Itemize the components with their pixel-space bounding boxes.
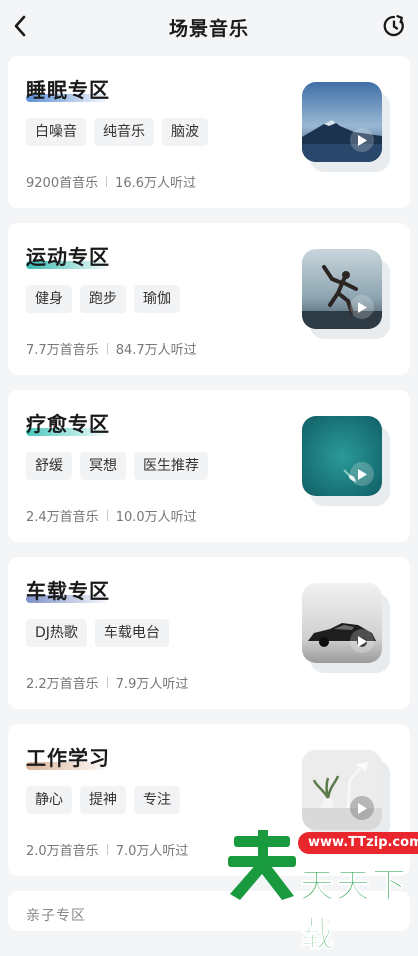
divider xyxy=(106,510,108,521)
tag[interactable]: 车载电台 xyxy=(94,619,169,647)
song-count: 2.4万首音乐 xyxy=(26,510,99,525)
scene-title: 睡眠专区 xyxy=(26,78,110,102)
cover-art[interactable] xyxy=(302,416,390,506)
listener-count: 10.0万人听过 xyxy=(115,510,197,525)
divider xyxy=(106,343,108,354)
tag[interactable]: 瑜伽 xyxy=(134,285,180,313)
scene-stats: 2.0万首音乐 7.0万人听过 xyxy=(26,840,188,859)
tag[interactable]: 冥想 xyxy=(80,452,126,480)
listener-count: 7.9万人听过 xyxy=(115,677,189,692)
runner-silhouette-image xyxy=(302,249,382,329)
site-watermark: www.TTzip.com 天天下载 xyxy=(228,818,418,956)
listener-count: 84.7万人听过 xyxy=(115,343,197,358)
divider xyxy=(106,677,108,688)
scene-list: 睡眠专区 白噪音 纯音乐 脑波 9200首音乐 16.6万人听过 运动专区 健身… xyxy=(8,56,410,946)
play-button[interactable] xyxy=(350,462,374,486)
scene-title: 疗愈专区 xyxy=(26,412,110,436)
play-button[interactable] xyxy=(350,128,374,152)
tag[interactable]: 健身 xyxy=(26,285,72,313)
history-button[interactable] xyxy=(380,12,408,40)
tag[interactable]: 舒缓 xyxy=(26,452,72,480)
tag[interactable]: 跑步 xyxy=(80,285,126,313)
mountain-night-sky-image xyxy=(302,82,382,162)
page-title: 场景音乐 xyxy=(168,18,249,40)
play-icon xyxy=(358,301,367,313)
scene-stats: 7.7万首音乐 84.7万人听过 xyxy=(26,339,197,358)
scene-title: 工作学习 xyxy=(26,746,110,770)
song-count: 2.0万首音乐 xyxy=(26,844,99,859)
tag-list: 白噪音 纯音乐 脑波 xyxy=(26,118,208,146)
tag[interactable]: 脑波 xyxy=(162,118,208,146)
scene-title: 亲子专区 xyxy=(26,908,86,924)
watermark-text: 天天下载 xyxy=(300,866,408,956)
play-icon xyxy=(358,134,367,146)
divider xyxy=(106,176,108,187)
divider xyxy=(106,844,108,855)
tag[interactable]: 提神 xyxy=(80,786,126,814)
play-button[interactable] xyxy=(350,629,374,653)
cover-art[interactable] xyxy=(302,82,390,172)
song-count: 7.7万首音乐 xyxy=(26,343,99,358)
scene-stats: 2.2万首音乐 7.9万人听过 xyxy=(26,673,188,692)
watermark-logo-icon xyxy=(228,830,296,900)
tag-list: 健身 跑步 瑜伽 xyxy=(26,285,180,313)
play-icon xyxy=(358,468,367,480)
scene-title: 运动专区 xyxy=(26,245,110,269)
sports-car-image xyxy=(302,583,382,663)
watermark-url: www.TTzip.com xyxy=(298,832,418,854)
play-icon xyxy=(358,802,367,814)
top-bar: 场景音乐 xyxy=(0,0,418,56)
song-count: 2.2万首音乐 xyxy=(26,677,99,692)
song-count: 9200首音乐 xyxy=(26,176,99,191)
tag[interactable]: DJ热歌 xyxy=(26,619,87,647)
sea-boat-aerial-image xyxy=(302,416,382,496)
tag-list: 舒缓 冥想 医生推荐 xyxy=(26,452,208,480)
history-icon xyxy=(383,15,404,37)
listener-count: 7.0万人听过 xyxy=(115,844,189,859)
cover-art[interactable] xyxy=(302,583,390,673)
play-icon xyxy=(358,635,367,647)
scene-card-healing[interactable]: 疗愈专区 舒缓 冥想 医生推荐 2.4万首音乐 10.0万人听过 xyxy=(8,390,410,542)
scene-title: 车载专区 xyxy=(26,579,110,603)
scene-card-sleep[interactable]: 睡眠专区 白噪音 纯音乐 脑波 9200首音乐 16.6万人听过 xyxy=(8,56,410,208)
tag-list: DJ热歌 车载电台 xyxy=(26,619,169,647)
tag[interactable]: 专注 xyxy=(134,786,180,814)
tag-list: 静心 提神 专注 xyxy=(26,786,180,814)
tag[interactable]: 白噪音 xyxy=(26,118,86,146)
listener-count: 16.6万人听过 xyxy=(115,176,197,191)
scene-card-car[interactable]: 车载专区 DJ热歌 车载电台 2.2万首音乐 7.9万人听过 xyxy=(8,557,410,709)
play-button[interactable] xyxy=(350,796,374,820)
tag[interactable]: 纯音乐 xyxy=(94,118,154,146)
tag[interactable]: 医生推荐 xyxy=(134,452,208,480)
play-button[interactable] xyxy=(350,295,374,319)
scene-card-sport[interactable]: 运动专区 健身 跑步 瑜伽 7.7万首音乐 84.7万人听过 xyxy=(8,223,410,375)
scene-stats: 2.4万首音乐 10.0万人听过 xyxy=(26,506,197,525)
scene-stats: 9200首音乐 16.6万人听过 xyxy=(26,172,196,191)
cover-art[interactable] xyxy=(302,249,390,339)
tag[interactable]: 静心 xyxy=(26,786,72,814)
